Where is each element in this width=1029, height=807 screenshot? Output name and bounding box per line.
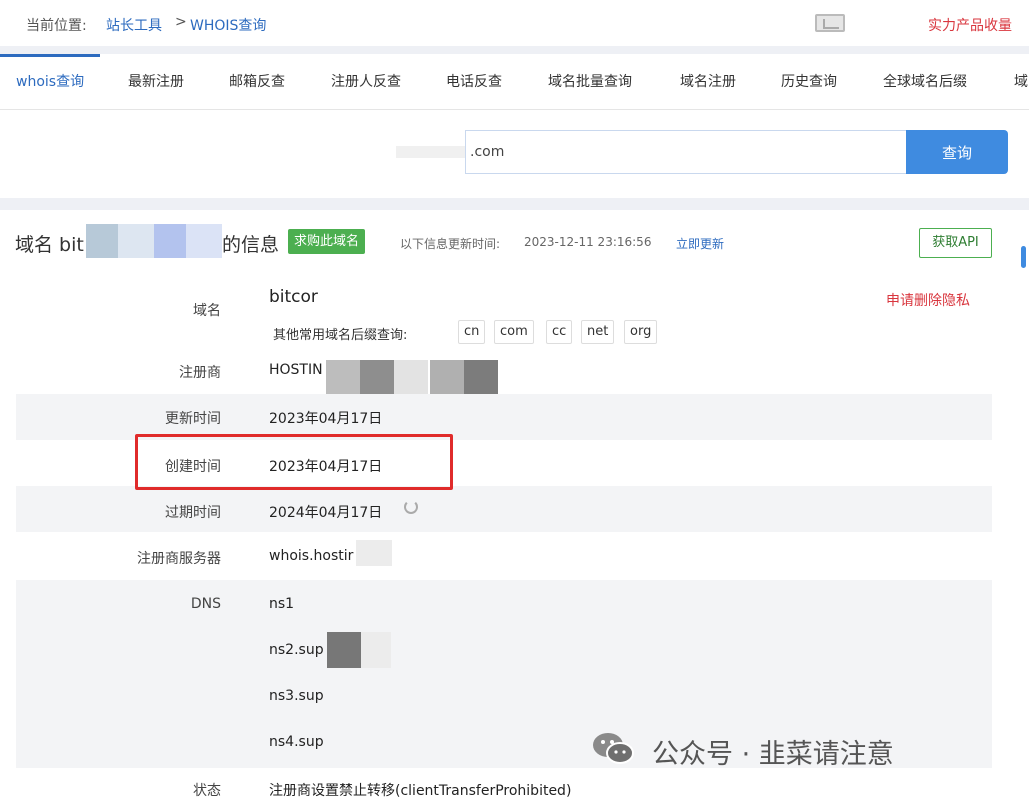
search-blur (396, 146, 466, 158)
breadcrumb-link-whois[interactable]: WHOIS查询 (190, 15, 266, 35)
tab-registrant-reverse[interactable]: 注册人反查 (331, 54, 401, 110)
label-status: 状态 (193, 783, 221, 799)
wechat-icon (593, 733, 634, 764)
value-domain: bitcor (269, 287, 318, 307)
redaction-block (326, 360, 360, 394)
label-updated: 更新时间 (165, 411, 221, 427)
suffix-chip-cc[interactable]: cc (546, 320, 573, 344)
domain-search-input[interactable] (465, 130, 906, 174)
redaction-block (361, 632, 391, 668)
result-title-prefix: 域名 bit (15, 234, 84, 256)
redaction-block (430, 360, 464, 394)
value-expires: 2024年04月17日 (269, 505, 383, 521)
value-dns-1: ns1 (269, 596, 295, 612)
redaction-block (154, 224, 186, 258)
value-dns-2: ns2.sup (269, 642, 324, 658)
breadcrumb-link-tools[interactable]: 站长工具 (106, 15, 162, 35)
favorite-link[interactable]: 实力产品收量 (928, 15, 1012, 35)
tab-email-reverse[interactable]: 邮箱反查 (229, 54, 285, 110)
value-registrar: HOSTIN (269, 362, 323, 378)
result-title-suffix: 的信息 (222, 234, 280, 256)
suffix-chip-net[interactable]: net (581, 320, 615, 344)
search-button[interactable]: 查询 (906, 130, 1008, 174)
updated-label: 以下信息更新时间: (400, 237, 501, 251)
highlight-box (135, 434, 453, 490)
label-dns: DNS (190, 596, 221, 612)
suffix-caption: 其他常用域名后缀查询: (273, 328, 408, 343)
suffix-chip-cn[interactable]: cn (458, 320, 486, 344)
buy-domain-badge[interactable]: 求购此域名 (288, 229, 366, 254)
breadcrumb-bar: 当前位置: 站长工具 > WHOIS查询 实力产品收量 (0, 0, 1029, 46)
tab-bar: whois查询 最新注册 邮箱反查 注册人反查 电话反查 域名批量查询 域名注册… (0, 54, 1029, 110)
account-watermark: 公众号 · 韭菜请注意 (652, 739, 894, 770)
breadcrumb-label: 当前位置: (26, 18, 87, 34)
label-whois-server: 注册商服务器 (137, 551, 221, 567)
tab-history[interactable]: 历史查询 (781, 54, 837, 110)
value-dns-3: ns3.sup (269, 688, 324, 704)
redaction-block (86, 224, 118, 258)
whois-result-panel: 域名 bit 的信息 求购此域名 以下信息更新时间: 2023-12-11 23… (0, 210, 1029, 807)
redaction-block (186, 224, 222, 258)
tab-phone-reverse[interactable]: 电话反查 (446, 54, 502, 110)
value-updated: 2023年04月17日 (269, 411, 383, 427)
tab-domain-register[interactable]: 域名注册 (680, 54, 736, 110)
scrollbar-thumb[interactable] (1021, 246, 1026, 268)
qr-code-icon[interactable] (815, 14, 845, 32)
redaction-block (356, 540, 392, 566)
tab-whois[interactable]: whois查询 (0, 54, 101, 110)
refresh-icon[interactable] (404, 500, 418, 514)
redaction-block (394, 360, 428, 394)
tab-more[interactable]: 域 (1014, 54, 1028, 110)
redaction-block (464, 360, 498, 394)
delete-privacy-link[interactable]: 申请删除隐私 (886, 290, 970, 310)
redaction-block (327, 632, 361, 668)
redaction-block (118, 224, 154, 258)
label-registrar: 注册商 (179, 365, 221, 381)
get-api-button[interactable]: 获取API (919, 228, 992, 258)
breadcrumb-separator: > (175, 14, 187, 30)
value-dns-4: ns4.sup (269, 734, 324, 750)
label-expires: 过期时间 (165, 505, 221, 521)
refresh-now-link[interactable]: 立即更新 (676, 235, 724, 252)
row-background (16, 486, 992, 532)
tab-batch-query[interactable]: 域名批量查询 (548, 54, 632, 110)
value-whois-server: whois.hostir (269, 548, 354, 564)
suffix-chip-org[interactable]: org (624, 320, 658, 344)
suffix-chip-com[interactable]: com (494, 320, 534, 344)
tab-latest-registered[interactable]: 最新注册 (128, 54, 184, 110)
redaction-block (360, 360, 394, 394)
value-status: 注册商设置禁止转移(clientTransferProhibited) (269, 783, 572, 799)
search-panel: whois查询 最新注册 邮箱反查 注册人反查 电话反查 域名批量查询 域名注册… (0, 54, 1029, 198)
label-domain: 域名 (193, 303, 221, 319)
updated-time: 2023-12-11 23:16:56 (524, 235, 652, 249)
tab-global-suffix[interactable]: 全球域名后缀 (883, 54, 967, 110)
